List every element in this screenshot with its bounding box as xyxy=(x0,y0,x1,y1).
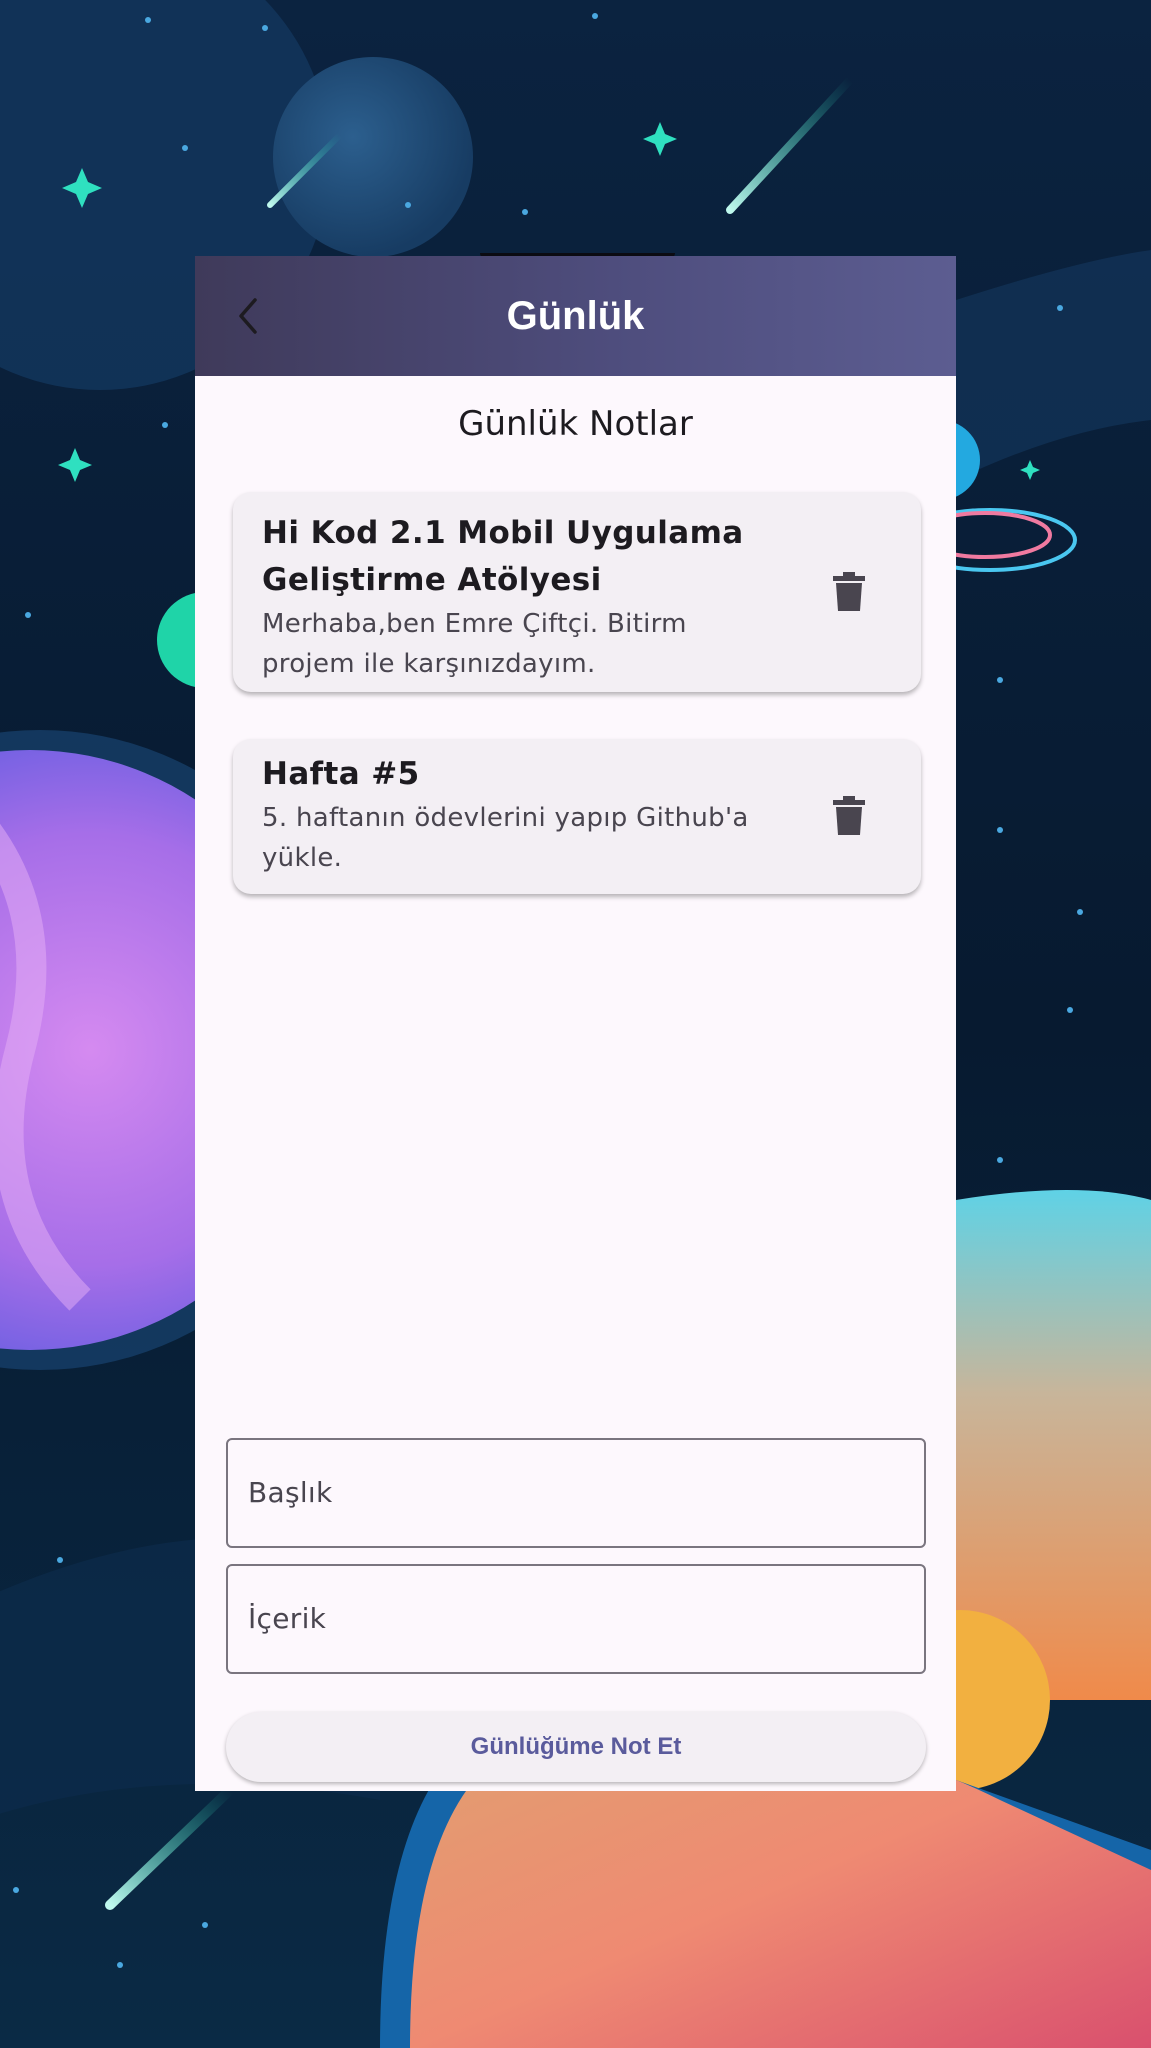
note-title: Hi Kod 2.1 Mobil Uygulama Geliştirme Atö… xyxy=(262,515,744,598)
section-title: Günlük Notlar xyxy=(458,404,693,444)
note-body: Merhaba,ben Emre Çiftçi. Bitirm projem i… xyxy=(262,609,687,679)
note-body: 5. haftanın ödevlerini yapıp Github'a yü… xyxy=(262,803,749,873)
note-card[interactable]: Hi Kod 2.1 Mobil Uygulama Geliştirme Atö… xyxy=(233,492,921,692)
title-input[interactable]: Başlık xyxy=(226,1438,926,1548)
note-content: Hi Kod 2.1 Mobil Uygulama Geliştirme Atö… xyxy=(262,510,782,684)
save-note-button[interactable]: Günlüğüme Not Et xyxy=(226,1712,926,1782)
app-screen: Günlük Günlük Notlar Hi Kod 2.1 Mobil Uy… xyxy=(195,256,956,1791)
trash-icon xyxy=(833,572,865,611)
note-content: Hafta #5 5. haftanın ödevlerini yapıp Gi… xyxy=(262,751,782,878)
delete-note-button[interactable] xyxy=(831,572,867,612)
page-title: Günlük xyxy=(506,294,645,338)
content-input-placeholder: İçerik xyxy=(248,1602,327,1635)
app-bar: Günlük xyxy=(195,256,956,376)
note-title: Hafta #5 xyxy=(262,756,420,792)
trash-icon xyxy=(833,796,865,835)
delete-note-button[interactable] xyxy=(831,796,867,836)
content-input[interactable]: İçerik xyxy=(226,1564,926,1674)
note-card[interactable]: Hafta #5 5. haftanın ödevlerini yapıp Gi… xyxy=(233,739,921,894)
title-input-placeholder: Başlık xyxy=(248,1476,333,1509)
